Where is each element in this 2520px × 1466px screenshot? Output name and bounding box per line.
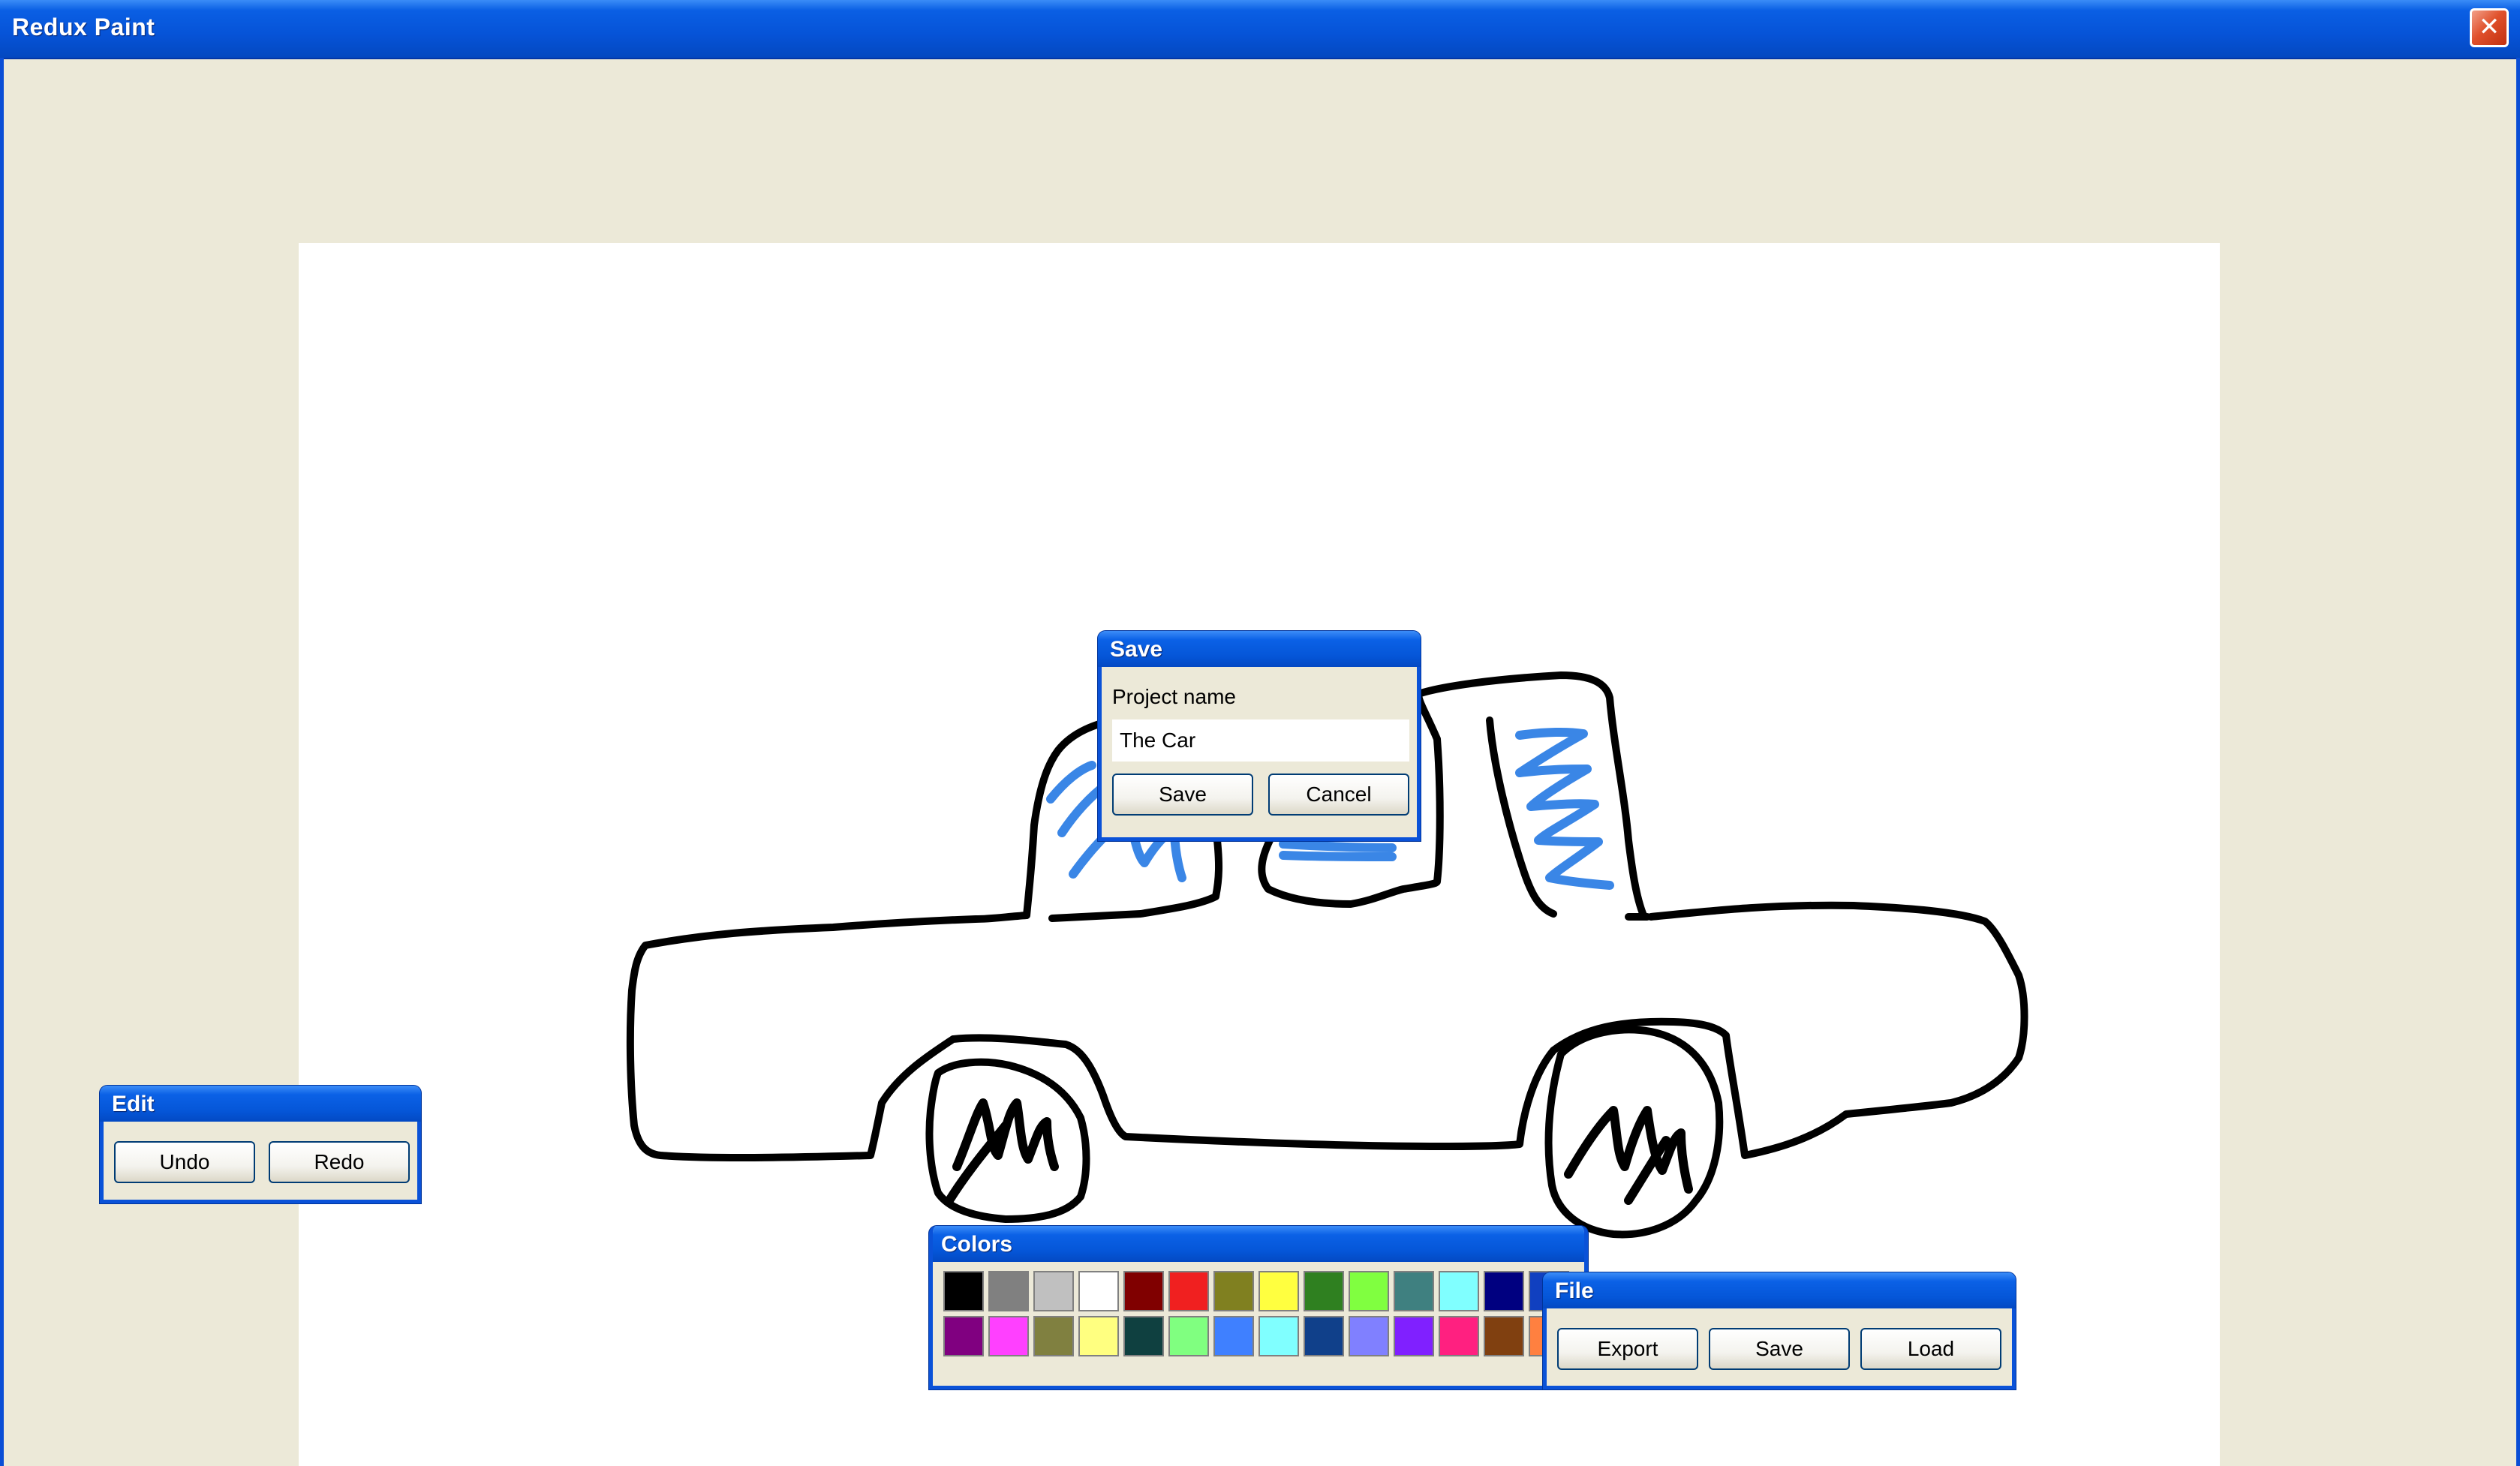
save-dialog-save-button[interactable]: Save bbox=[1112, 774, 1253, 816]
file-save-button[interactable]: Save bbox=[1709, 1328, 1850, 1370]
export-button[interactable]: Export bbox=[1557, 1328, 1698, 1370]
undo-button[interactable]: Undo bbox=[114, 1141, 255, 1183]
rear-wheel-scribble bbox=[945, 1098, 1059, 1205]
color-swatch[interactable] bbox=[1258, 1271, 1299, 1311]
front-window-scribble bbox=[1515, 727, 1614, 890]
color-swatch[interactable] bbox=[1123, 1271, 1164, 1311]
color-swatch[interactable] bbox=[1123, 1316, 1164, 1356]
color-swatch[interactable] bbox=[988, 1316, 1029, 1356]
colors-panel: Colors bbox=[929, 1226, 1588, 1389]
color-swatch[interactable] bbox=[1484, 1271, 1524, 1311]
color-swatch[interactable] bbox=[1258, 1316, 1299, 1356]
colors-panel-title: Colors bbox=[941, 1232, 1013, 1257]
color-swatch[interactable] bbox=[1304, 1271, 1344, 1311]
file-panel-header[interactable]: File bbox=[1543, 1272, 2016, 1308]
save-dialog-cancel-button[interactable]: Cancel bbox=[1268, 774, 1409, 816]
color-swatch-grid bbox=[943, 1271, 1584, 1368]
color-swatch[interactable] bbox=[1484, 1316, 1524, 1356]
save-dialog-title: Save bbox=[1110, 637, 1163, 662]
load-button[interactable]: Load bbox=[1860, 1328, 2001, 1370]
color-swatch[interactable] bbox=[943, 1271, 984, 1311]
color-swatch[interactable] bbox=[1213, 1271, 1254, 1311]
color-swatch[interactable] bbox=[1349, 1271, 1389, 1311]
color-swatch[interactable] bbox=[1394, 1316, 1434, 1356]
app-window: Redux Paint ✕ Save Project name The Car … bbox=[0, 0, 2520, 1466]
colors-panel-header[interactable]: Colors bbox=[933, 1226, 1584, 1262]
color-swatch[interactable] bbox=[1439, 1316, 1479, 1356]
color-swatch[interactable] bbox=[1213, 1316, 1254, 1356]
middle-window-scribble bbox=[1279, 840, 1397, 861]
color-swatch[interactable] bbox=[1394, 1271, 1434, 1311]
redo-button[interactable]: Redo bbox=[269, 1141, 410, 1183]
edit-panel-title: Edit bbox=[112, 1092, 155, 1116]
save-dialog-header[interactable]: Save bbox=[1098, 631, 1421, 667]
car-body-stroke bbox=[626, 901, 2028, 1162]
color-swatch[interactable] bbox=[1439, 1271, 1479, 1311]
color-swatch[interactable] bbox=[1304, 1316, 1344, 1356]
color-swatch[interactable] bbox=[1078, 1316, 1119, 1356]
color-swatch[interactable] bbox=[988, 1271, 1029, 1311]
front-wheel-scribble bbox=[1564, 1106, 1693, 1205]
edit-panel: Edit Undo Redo bbox=[100, 1086, 421, 1203]
edit-panel-header[interactable]: Edit bbox=[100, 1086, 421, 1122]
save-dialog: Save Project name Save Cancel bbox=[1098, 631, 1421, 841]
color-swatch[interactable] bbox=[1033, 1316, 1074, 1356]
color-swatch[interactable] bbox=[943, 1316, 984, 1356]
file-panel: File Export Save Load bbox=[1543, 1272, 2016, 1389]
project-name-input[interactable] bbox=[1112, 719, 1409, 762]
file-panel-title: File bbox=[1555, 1278, 1594, 1303]
color-swatch[interactable] bbox=[1078, 1271, 1119, 1311]
color-swatch[interactable] bbox=[1168, 1271, 1209, 1311]
project-name-label: Project name bbox=[1112, 685, 1236, 708]
color-swatch[interactable] bbox=[1168, 1316, 1209, 1356]
color-swatch[interactable] bbox=[1349, 1316, 1389, 1356]
color-swatch[interactable] bbox=[1033, 1271, 1074, 1311]
